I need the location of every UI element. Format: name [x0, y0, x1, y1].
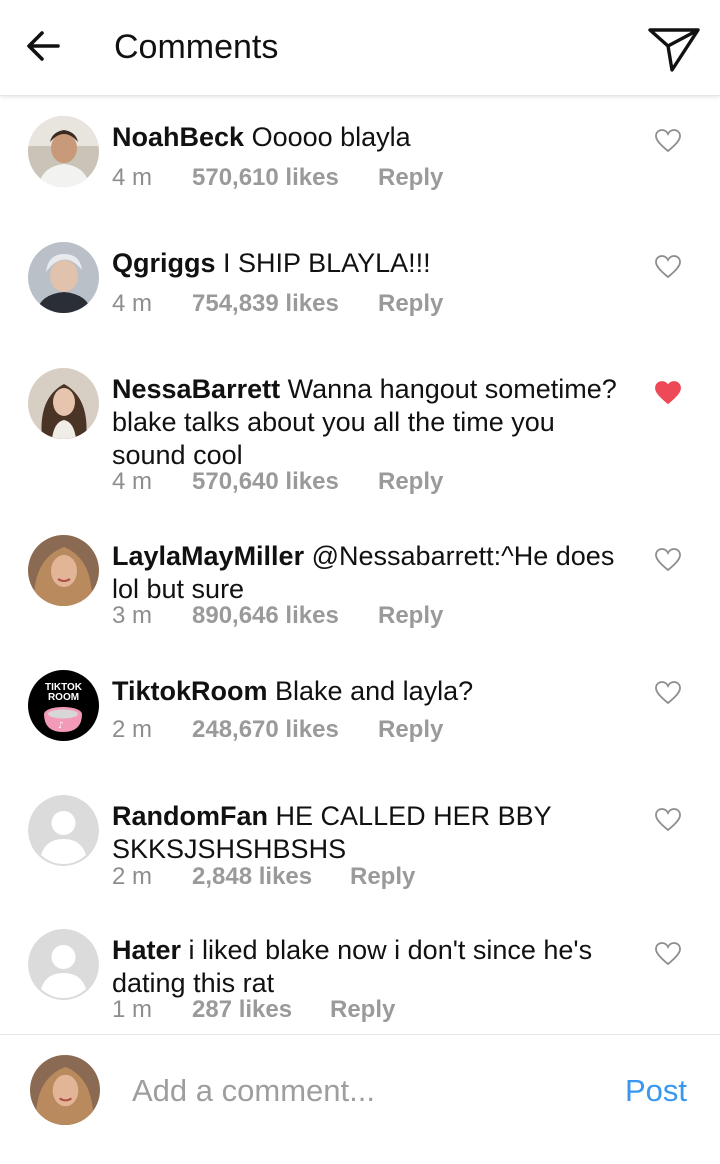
avatar[interactable]	[28, 368, 99, 439]
page-title: Comments	[114, 28, 279, 66]
comment-time: 1 m	[112, 996, 153, 1023]
comment-text: TiktokRoom Blake and layla?	[112, 675, 632, 708]
default-user-icon	[28, 929, 99, 1000]
paper-plane-icon	[648, 28, 700, 72]
comment-message: I SHIP BLAYLA!!!	[223, 248, 431, 278]
comment-likes[interactable]: 287 likes	[192, 996, 292, 1024]
like-button[interactable]	[654, 547, 682, 573]
comment-text: Qgriggs I SHIP BLAYLA!!!	[112, 247, 632, 280]
like-button[interactable]	[654, 128, 682, 154]
comment-time: 4 m	[112, 468, 153, 495]
heart-outline-icon	[655, 681, 681, 705]
comment-input[interactable]	[132, 1069, 602, 1113]
comment-composer: Post	[0, 1034, 720, 1164]
avatar[interactable]	[28, 242, 99, 313]
like-button[interactable]	[654, 680, 682, 706]
avatar-logo-text: ROOM	[48, 692, 79, 703]
heart-outline-icon	[655, 129, 681, 153]
current-user-avatar	[30, 1055, 100, 1125]
comment-text: RandomFan HE CALLED HER BBY SKKSJSHSHBSH…	[112, 800, 632, 866]
back-button[interactable]	[22, 26, 66, 66]
reply-button[interactable]: Reply	[378, 716, 443, 744]
comment-username[interactable]: TiktokRoom	[112, 676, 268, 706]
comment-text: NoahBeck Ooooo blayla	[112, 121, 632, 154]
comment-text: Hater i liked blake now i don't since he…	[112, 934, 632, 1000]
comment-time: 2 m	[112, 863, 153, 890]
share-button[interactable]	[646, 22, 702, 74]
heart-outline-icon	[655, 808, 681, 832]
reply-button[interactable]: Reply	[378, 468, 443, 496]
comment-message: i liked blake now i don't since he's dat…	[112, 935, 593, 998]
svg-text:♪: ♪	[58, 721, 64, 731]
post-button[interactable]: Post	[625, 1073, 687, 1109]
comment-likes[interactable]: 754,839 likes	[192, 290, 339, 318]
avatar[interactable]	[28, 116, 99, 187]
like-button[interactable]	[654, 807, 682, 833]
comment-username[interactable]: LaylaMayMiller	[112, 541, 304, 571]
heart-outline-icon	[655, 942, 681, 966]
default-user-icon	[28, 795, 99, 866]
comment-username[interactable]: Qgriggs	[112, 248, 216, 278]
avatar[interactable]: TIKTOK ROOM ♪	[28, 670, 99, 741]
comment-username[interactable]: NoahBeck	[112, 122, 244, 152]
heart-outline-icon	[655, 255, 681, 279]
reply-button[interactable]: Reply	[378, 290, 443, 318]
comment-username[interactable]: Hater	[112, 935, 181, 965]
comment-time: 3 m	[112, 602, 153, 629]
comment-username[interactable]: RandomFan	[112, 801, 268, 831]
heart-outline-icon	[655, 548, 681, 572]
comment-likes[interactable]: 2,848 likes	[192, 863, 312, 891]
comment-message: Ooooo blayla	[251, 122, 411, 152]
comment-time: 4 m	[112, 290, 153, 317]
like-button[interactable]	[654, 380, 682, 406]
like-button[interactable]	[654, 941, 682, 967]
avatar-placeholder[interactable]	[28, 929, 99, 1000]
avatar[interactable]	[28, 535, 99, 606]
comment-message: Blake and layla?	[275, 676, 474, 706]
avatar-placeholder[interactable]	[28, 795, 99, 866]
reply-button[interactable]: Reply	[378, 164, 443, 192]
reply-button[interactable]: Reply	[330, 996, 395, 1024]
comment-likes[interactable]: 890,646 likes	[192, 602, 339, 630]
reply-button[interactable]: Reply	[350, 863, 415, 891]
comment-likes[interactable]: 248,670 likes	[192, 716, 339, 744]
comment-time: 4 m	[112, 164, 153, 191]
like-button[interactable]	[654, 254, 682, 280]
reply-button[interactable]: Reply	[378, 602, 443, 630]
comment-likes[interactable]: 570,610 likes	[192, 164, 339, 192]
comment-text: LaylaMayMiller @Nessabarrett:^He does lo…	[112, 540, 632, 606]
comment-text: NessaBarrett Wanna hangout sometime? bla…	[112, 373, 632, 472]
comment-time: 2 m	[112, 716, 153, 743]
comment-username[interactable]: NessaBarrett	[112, 374, 280, 404]
header-bar: Comments	[0, 0, 720, 96]
comment-likes[interactable]: 570,640 likes	[192, 468, 339, 496]
arrow-left-icon	[27, 31, 60, 61]
heart-filled-icon	[655, 381, 681, 405]
